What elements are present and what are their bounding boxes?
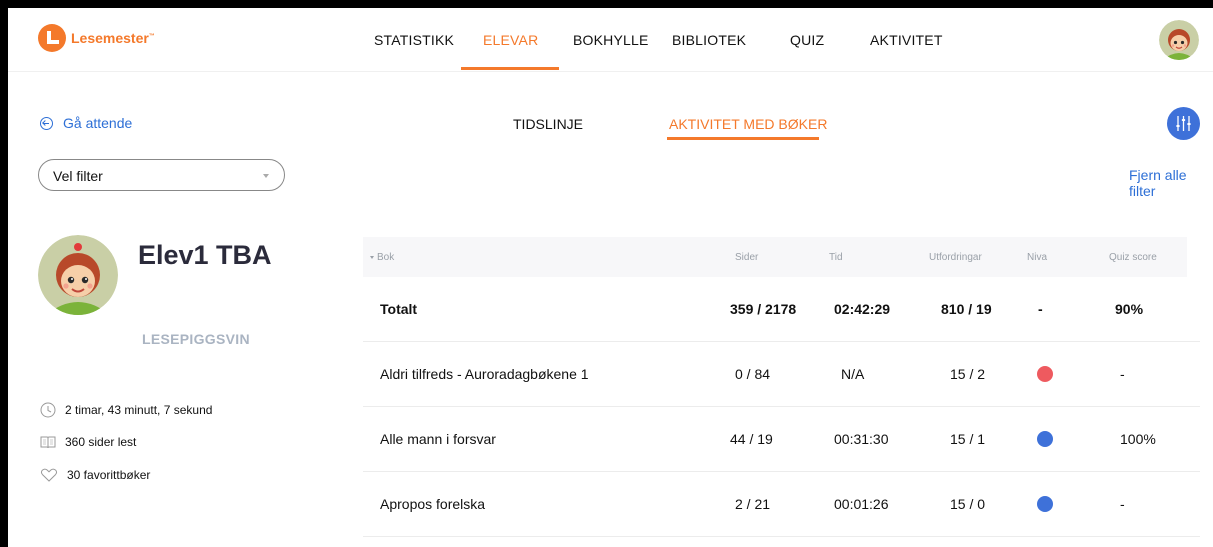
table-row[interactable]: Aldri tilfreds - Auroradagbøkene 1 0 / 8… [363, 342, 1200, 407]
logo-mark-icon [38, 24, 66, 52]
cell-pages: 0 / 84 [735, 366, 771, 382]
top-navigation-bar: Lesemester™ STATISTIKK ELEVAR BOKHYLLE B… [8, 8, 1213, 72]
cell-quiz-score: - [1120, 496, 1125, 512]
cell-book[interactable]: Apropos forelska [380, 496, 485, 512]
cell-level: - [1038, 301, 1043, 317]
cell-quiz-score: 90% [1115, 301, 1144, 317]
cell-challenges: 15 / 1 [950, 431, 986, 447]
heart-icon [40, 468, 58, 482]
cell-time: 00:01:26 [834, 496, 889, 512]
student-avatar-icon [38, 235, 118, 315]
stat-favorite-books-text: 30 favorittbøker [67, 468, 151, 482]
nav-aktivitet[interactable]: AKTIVITET [870, 32, 943, 48]
column-header-time[interactable]: Tid [829, 252, 843, 263]
level-indicator-dot [1037, 431, 1053, 447]
cell-pages: 359 / 2178 [730, 301, 797, 317]
nav-active-indicator [461, 67, 559, 70]
trademark-mark: ™ [148, 33, 155, 40]
column-header-quiz-score[interactable]: Quiz score [1109, 252, 1157, 263]
table-header: Bok Sider Tid Utfordringar Niva Quiz sco… [363, 237, 1187, 277]
stat-pages-read-text: 360 sider lest [65, 435, 137, 449]
app-frame: Lesemester™ STATISTIKK ELEVAR BOKHYLLE B… [8, 8, 1213, 547]
cell-challenges: 15 / 2 [950, 366, 986, 382]
clear-all-filters-link[interactable]: Fjern alle filter [1129, 167, 1213, 199]
clock-icon [40, 402, 56, 418]
cell-pages: 44 / 19 [730, 431, 773, 447]
column-header-challenges[interactable]: Utfordringar [929, 252, 982, 263]
user-avatar[interactable] [1159, 20, 1199, 60]
cell-book[interactable]: Aldri tilfreds - Auroradagbøkene 1 [380, 366, 589, 382]
student-avatar [38, 235, 118, 315]
cell-challenges: 810 / 19 [941, 301, 992, 317]
tab-tidslinje[interactable]: TIDSLINJE [513, 116, 583, 132]
filter-select[interactable]: Vel filter [38, 159, 285, 191]
stat-pages-read: 360 sider lest [40, 434, 136, 450]
column-header-pages[interactable]: Sider [735, 252, 758, 263]
lesemester-logo[interactable]: Lesemester™ [38, 24, 155, 52]
cell-book[interactable]: Alle mann i forsvar [380, 431, 496, 447]
column-header-level[interactable]: Niva [1027, 252, 1047, 263]
nav-statistikk[interactable]: STATISTIKK [374, 32, 454, 48]
cell-time: N/A [841, 366, 865, 382]
user-avatar-icon [1159, 20, 1199, 60]
cell-challenges: 15 / 0 [950, 496, 986, 512]
level-indicator-dot [1037, 496, 1053, 512]
filter-select-value: Vel filter [53, 168, 103, 184]
table-row[interactable]: Apropos forelska 2 / 21 00:01:26 15 / 0 … [363, 472, 1200, 537]
cell-pages: 2 / 21 [735, 496, 771, 512]
nav-bokhylle[interactable]: BOKHYLLE [573, 32, 649, 48]
student-name: Elev1 TBA [138, 240, 272, 270]
student-level: LESEPIGGSVIN [142, 331, 250, 347]
tab-active-indicator [667, 137, 819, 140]
chevron-down-icon [263, 174, 269, 178]
cell-time: 02:42:29 [834, 301, 891, 317]
stat-reading-time: 2 timar, 43 minutt, 7 sekund [40, 402, 212, 418]
table-row[interactable]: Alle mann i forsvar 44 / 19 00:31:30 15 … [363, 407, 1200, 472]
back-link[interactable]: Gå attende [40, 115, 132, 131]
nav-elevar[interactable]: ELEVAR [483, 32, 538, 48]
brand-name: Lesemester [71, 30, 149, 46]
back-label: Gå attende [63, 115, 133, 131]
nav-bibliotek[interactable]: BIBLIOTEK [672, 32, 746, 48]
sort-caret-icon [370, 255, 374, 259]
book-icon [40, 436, 56, 449]
stat-favorite-books: 30 favorittbøker [40, 467, 150, 483]
sliders-icon [1176, 116, 1191, 131]
cell-quiz-score: 100% [1120, 431, 1156, 447]
nav-quiz[interactable]: QUIZ [790, 32, 824, 48]
cell-time: 00:31:30 [834, 431, 889, 447]
back-arrow-circle-icon [40, 116, 53, 130]
tab-aktivitet-med-boker[interactable]: AKTIVITET MED BØKER [669, 116, 827, 132]
filter-settings-button[interactable] [1167, 107, 1200, 140]
level-indicator-dot [1037, 366, 1053, 382]
cell-book: Totalt [380, 301, 418, 317]
column-header-book[interactable]: Bok [370, 252, 394, 263]
stat-reading-time-text: 2 timar, 43 minutt, 7 sekund [65, 403, 213, 417]
cell-quiz-score: - [1120, 366, 1125, 382]
table-row-total: Totalt 359 / 2178 02:42:29 810 / 19 - 90… [363, 277, 1200, 342]
